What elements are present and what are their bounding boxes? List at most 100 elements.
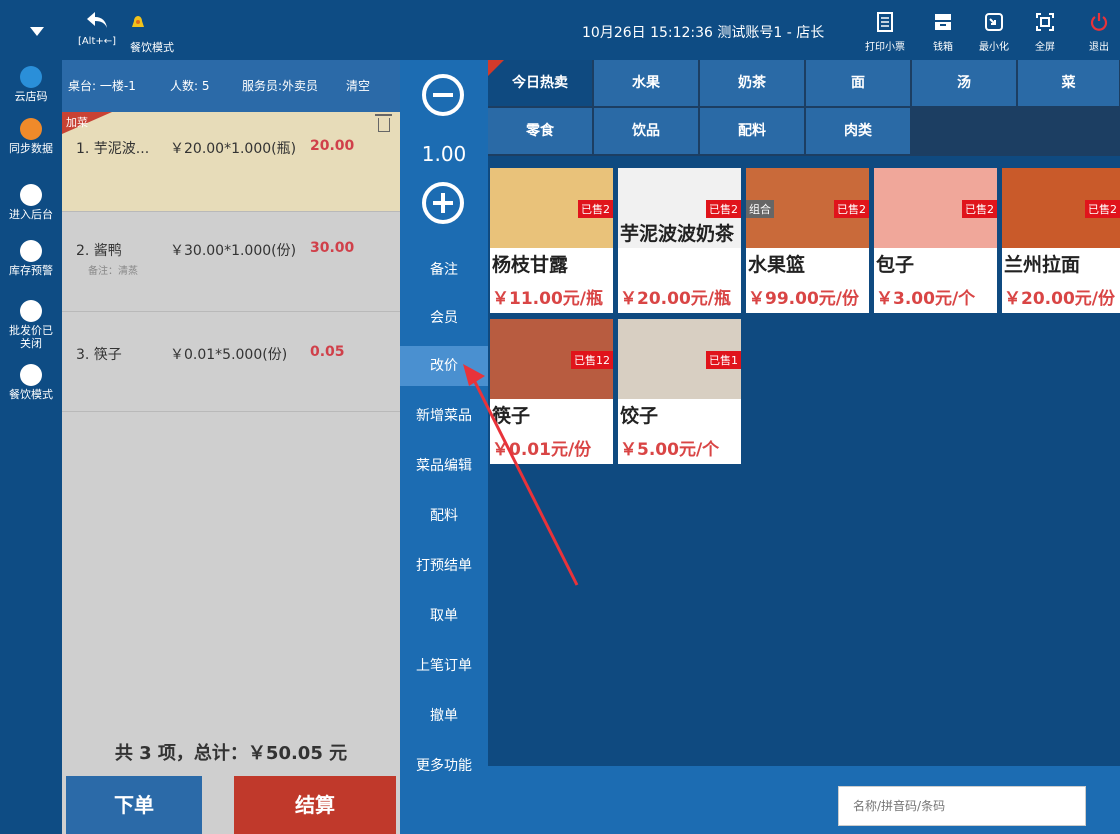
- nav-catering-mode[interactable]: 餐饮模式: [0, 364, 62, 401]
- sold-badge: 已售12: [571, 351, 613, 369]
- plus-icon-vertical: [441, 193, 445, 213]
- tab-noodles[interactable]: 面: [806, 60, 911, 106]
- func-cancel-order-button[interactable]: 撤单: [400, 696, 488, 736]
- cashbox-label: 钱箱: [933, 42, 953, 53]
- print-receipt-label: 打印小票: [865, 42, 905, 53]
- tab-meat[interactable]: 肉类: [806, 108, 911, 154]
- product-name: 筷子: [492, 405, 531, 427]
- order-item-name: 1. 芋泥波...: [76, 141, 150, 157]
- tab-milk-tea[interactable]: 奶茶: [700, 60, 805, 106]
- mode-indicator[interactable]: 餐饮模式: [130, 14, 190, 55]
- dropdown-arrow-icon[interactable]: [30, 27, 44, 36]
- search-input[interactable]: [838, 786, 1086, 826]
- cashbox-icon: [935, 14, 951, 30]
- product-grid: 已售2 杨枝甘露 ￥11.00元/瓶 已售2 芋泥波波奶茶 ￥20.00元/瓶 …: [488, 156, 1120, 766]
- decrease-quantity-button[interactable]: [422, 74, 464, 116]
- product-name: 芋泥波波奶茶: [620, 223, 735, 245]
- combo-badge: 组合: [746, 200, 774, 218]
- product-name: 包子: [876, 254, 915, 276]
- alarm-icon: [20, 240, 42, 262]
- sold-badge: 已售2: [1085, 200, 1120, 218]
- product-card[interactable]: 已售2 兰州拉面 ￥20.00元/份: [1002, 168, 1120, 313]
- exit-label: 退出: [1089, 42, 1109, 53]
- order-total: 共 3 项，总计：￥50.05 元: [114, 743, 348, 764]
- increase-quantity-button[interactable]: [422, 182, 464, 224]
- product-card[interactable]: 已售2 包子 ￥3.00元/个: [874, 168, 997, 313]
- nav-cloud-store[interactable]: 云店码: [0, 66, 62, 103]
- minimize-button[interactable]: 最小化: [971, 12, 1017, 53]
- nav-wholesale-label: 批发价已关闭: [9, 324, 53, 350]
- order-row-1[interactable]: 加菜 1. 芋泥波... ￥20.00*1.000(瓶) 20.00: [62, 112, 400, 212]
- print-receipt-button[interactable]: 打印小票: [862, 12, 908, 53]
- product-card[interactable]: 已售2 杨枝甘露 ￥11.00元/瓶: [490, 168, 613, 313]
- datetime-user: 10月26日 15:12:36 测试账号1 - 店长: [582, 25, 825, 41]
- order-row-2[interactable]: 2. 酱鸭 ￥30.00*1.000(份) 30.00 备注：清蒸: [62, 212, 400, 312]
- minimize-icon: [985, 13, 1003, 31]
- people-count: 人数: 5: [170, 79, 210, 93]
- tab-hot-today[interactable]: 今日热卖: [488, 60, 593, 106]
- table-label: 桌台: 一楼-1: [68, 79, 136, 93]
- func-edit-dish-button[interactable]: 菜品编辑: [400, 446, 488, 486]
- mode-label: 餐饮模式: [130, 41, 174, 54]
- bottom-bar: [488, 766, 1120, 834]
- func-note-button[interactable]: 备注: [400, 250, 488, 290]
- product-price: ￥3.00元/个: [876, 289, 976, 309]
- checkout-button[interactable]: 结算: [234, 776, 396, 834]
- nav-wholesale[interactable]: 批发价已关闭: [0, 300, 62, 350]
- product-card[interactable]: 已售2 芋泥波波奶茶 ￥20.00元/瓶: [618, 168, 741, 313]
- product-card[interactable]: 已售12 筷子 ￥0.01元/份: [490, 319, 613, 464]
- tab-dishes[interactable]: 菜: [1018, 60, 1120, 106]
- exit-button[interactable]: 退出: [1076, 12, 1120, 53]
- server-icon: [20, 300, 42, 322]
- order-item-name: 3. 筷子: [76, 347, 122, 363]
- tab-fruit[interactable]: 水果: [594, 60, 699, 106]
- product-name: 兰州拉面: [1004, 254, 1081, 276]
- func-change-price-button[interactable]: 改价: [400, 346, 488, 386]
- tab-drinks[interactable]: 饮品: [594, 108, 699, 154]
- product-card[interactable]: 已售1 饺子 ￥5.00元/个: [618, 319, 741, 464]
- func-more-button[interactable]: 更多功能: [400, 746, 488, 786]
- func-member-button[interactable]: 会员: [400, 298, 488, 338]
- nav-sync-data[interactable]: 同步数据: [0, 118, 62, 155]
- tab-snacks[interactable]: 零食: [488, 108, 593, 154]
- func-last-order-button[interactable]: 上笔订单: [400, 646, 488, 686]
- function-column: 1.00 备注 会员 改价 新增菜品 菜品编辑 配料 打预结单 取单 上笔订单 …: [400, 60, 488, 834]
- monitor-icon: [20, 184, 42, 206]
- minimize-label: 最小化: [979, 42, 1009, 53]
- bowl-icon: [20, 364, 42, 386]
- tab-ingredients[interactable]: 配料: [700, 108, 805, 154]
- printer-icon: [877, 12, 893, 32]
- func-retrieve-order-button[interactable]: 取单: [400, 596, 488, 636]
- func-ingredients-button[interactable]: 配料: [400, 496, 488, 536]
- product-card[interactable]: 组合 已售2 水果篮 ￥99.00元/份: [746, 168, 869, 313]
- product-price: ￥0.01元/份: [492, 440, 592, 460]
- nav-stock-alert[interactable]: 库存预警: [0, 240, 62, 277]
- product-price: ￥5.00元/个: [620, 440, 720, 460]
- category-tabs: 今日热卖 水果 奶茶 面 汤 菜 零食 饮品 配料 肉类: [488, 60, 1120, 156]
- product-price: ￥99.00元/份: [748, 289, 859, 309]
- trash-icon[interactable]: [375, 114, 392, 132]
- power-icon: [1090, 13, 1108, 31]
- submit-order-button[interactable]: 下单: [66, 776, 202, 834]
- back-button[interactable]: [Alt+←]: [72, 10, 122, 47]
- add-dish-tag-label: 加菜: [66, 116, 88, 129]
- product-price: ￥11.00元/瓶: [492, 289, 603, 309]
- clear-button[interactable]: 清空: [346, 77, 370, 94]
- func-add-dish-button[interactable]: 新增菜品: [400, 396, 488, 436]
- func-print-prebill-button[interactable]: 打预结单: [400, 546, 488, 586]
- nav-backend[interactable]: 进入后台: [0, 184, 62, 221]
- back-shortcut-label: [Alt+←]: [77, 36, 117, 47]
- download-icon: [20, 118, 42, 140]
- order-item-price: ￥30.00*1.000(份): [170, 243, 297, 259]
- nav-catering-mode-label: 餐饮模式: [9, 388, 53, 401]
- order-item-price: ￥20.00*1.000(瓶): [170, 141, 297, 157]
- tab-soup[interactable]: 汤: [912, 60, 1017, 106]
- hot-badge-icon: [488, 60, 504, 76]
- order-row-3[interactable]: 3. 筷子 ￥0.01*5.000(份) 0.05: [62, 312, 400, 412]
- fullscreen-button[interactable]: 全屏: [1022, 12, 1068, 53]
- order-item-name: 2. 酱鸭: [76, 243, 122, 259]
- sold-badge: 已售2: [578, 200, 613, 218]
- product-price: ￥20.00元/份: [1004, 289, 1115, 309]
- cashbox-button[interactable]: 钱箱: [920, 12, 966, 53]
- order-header: 桌台: 一楼-1 人数: 5 服务员:外卖员 清空: [62, 60, 400, 112]
